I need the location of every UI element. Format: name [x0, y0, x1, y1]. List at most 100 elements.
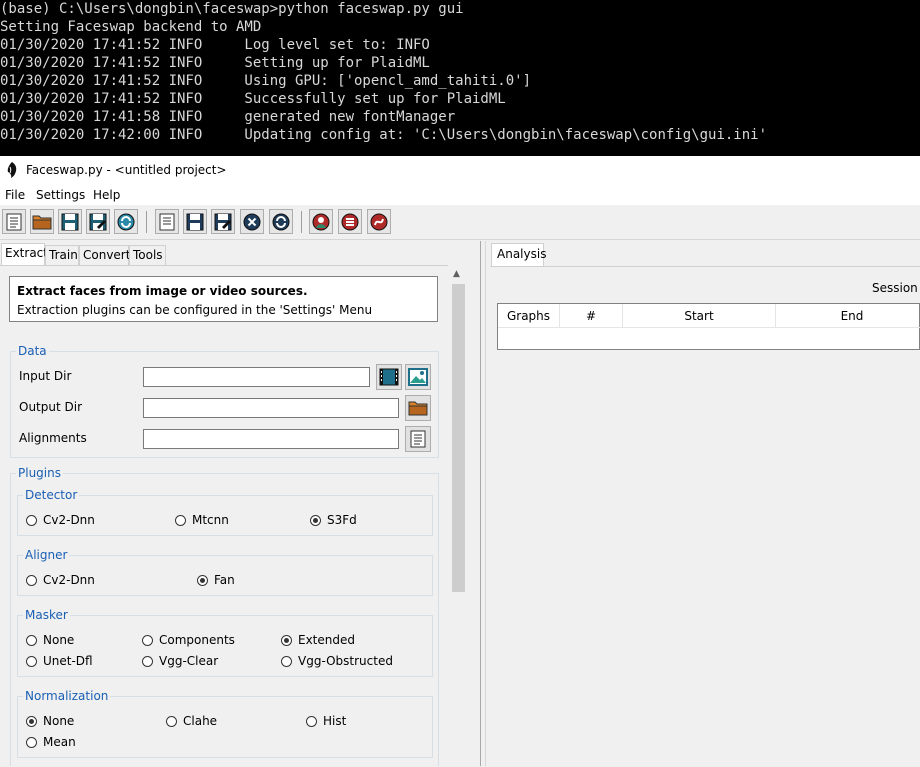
radio-circle	[142, 655, 153, 667]
alignments-field[interactable]	[143, 429, 399, 449]
masker-option-components[interactable]: Components	[142, 633, 235, 647]
reset-icon	[370, 213, 388, 230]
menu-file[interactable]: File	[5, 188, 25, 202]
output-dir-browse-button[interactable]	[405, 395, 431, 421]
reload-project-button[interactable]	[114, 209, 138, 234]
masker-option-unet-dfl[interactable]: Unet-Dfl	[26, 654, 93, 668]
pane-divider[interactable]	[480, 241, 481, 766]
save-task-icon	[186, 213, 204, 230]
save-task-button[interactable]	[183, 209, 207, 234]
detector-label: Detector	[23, 488, 80, 502]
masker-option-none[interactable]: None	[26, 633, 74, 647]
faceswap-logo-icon	[7, 162, 17, 178]
masker-label: Masker	[23, 608, 70, 622]
output-dir-field[interactable]	[143, 398, 399, 418]
toolbar	[0, 205, 920, 240]
radio-circle	[26, 655, 37, 667]
description-title: Extract faces from image or video source…	[17, 284, 308, 298]
menu-help[interactable]: Help	[93, 188, 120, 202]
detector-option-cv2-dnn[interactable]: Cv2-Dnn	[26, 513, 95, 527]
option-label: Mtcnn	[192, 513, 229, 527]
masker-option-extended[interactable]: Extended	[281, 633, 355, 647]
input-dir-field[interactable]	[143, 367, 370, 387]
save-project-as-button[interactable]	[86, 209, 110, 234]
reload-task-button[interactable]	[269, 209, 293, 234]
tab-tools[interactable]: Tools	[129, 245, 166, 265]
console-line: 01/30/2020 17:42:00 INFO Updating config…	[0, 127, 768, 143]
radio-circle	[281, 655, 292, 667]
normalization-option-hist[interactable]: Hist	[306, 714, 346, 728]
console-line: 01/30/2020 17:41:52 INFO Using GPU: ['op…	[0, 73, 532, 89]
radio-circle	[26, 514, 37, 526]
option-label: Hist	[323, 714, 347, 728]
column-header-graphs[interactable]: Graphs	[498, 304, 560, 328]
column-header-start[interactable]: Start	[623, 304, 776, 328]
normalization-option-none[interactable]: None	[26, 714, 74, 728]
radio-circle	[310, 514, 321, 526]
tab-analysis[interactable]: Analysis	[491, 243, 546, 266]
aligner-option-cv2-dnn[interactable]: Cv2-Dnn	[26, 573, 95, 587]
alignments-browse-button[interactable]	[405, 426, 431, 452]
normalization-option-mean[interactable]: Mean	[26, 735, 76, 749]
detector-option-s3fd[interactable]: S3Fd	[310, 513, 357, 527]
session-stats-label: Session S	[872, 281, 920, 295]
option-label: Mean	[43, 735, 76, 749]
scrollbar-thumb[interactable]	[452, 284, 465, 592]
toolbar-separator	[301, 211, 302, 233]
save-project-as-icon	[89, 213, 107, 230]
data-group-label: Data	[16, 344, 49, 358]
window-titlebar[interactable]: Faceswap.py - <untitled project>	[0, 156, 920, 185]
open-project-button[interactable]	[30, 209, 54, 234]
save-task-as-button[interactable]	[211, 209, 235, 234]
column-header-number[interactable]: #	[560, 304, 623, 328]
new-task-icon	[159, 213, 175, 230]
column-header-end[interactable]: End	[776, 304, 920, 328]
menu-settings[interactable]: Settings	[36, 188, 85, 202]
masker-option-vgg-obstructed[interactable]: Vgg-Obstructed	[281, 654, 393, 668]
radio-circle	[26, 574, 37, 586]
reset-button[interactable]	[367, 209, 391, 234]
reload-task-icon	[272, 213, 290, 230]
console-line: 01/30/2020 17:41:58 INFO generated new f…	[0, 109, 456, 125]
scroll-up-icon[interactable]: ▲	[453, 269, 460, 279]
clear-task-icon	[243, 213, 261, 230]
option-label: Components	[159, 633, 235, 647]
tab-extract[interactable]: Extract	[1, 243, 48, 265]
options-scrollbar[interactable]: ▲	[450, 266, 467, 766]
option-label: None	[43, 633, 75, 647]
tab-convert[interactable]: Convert	[79, 245, 130, 265]
aligner-label: Aligner	[23, 548, 70, 562]
option-label: Cv2-Dnn	[43, 573, 95, 587]
detector-option-mtcnn[interactable]: Mtcnn	[175, 513, 229, 527]
input-video-button[interactable]	[376, 364, 402, 390]
input-dir-label: Input Dir	[19, 369, 72, 383]
console-line: 01/30/2020 17:41:52 INFO Setting up for …	[0, 55, 430, 71]
input-image-button[interactable]	[405, 364, 431, 390]
console-output: (base) C:\Users\dongbin\faceswap>python …	[0, 0, 920, 156]
option-label: Unet-Dfl	[43, 654, 93, 668]
radio-circle	[166, 715, 177, 727]
option-label: Fan	[214, 573, 235, 587]
radio-circle	[197, 574, 208, 586]
option-label: Clahe	[183, 714, 218, 728]
normalization-option-clahe[interactable]: Clahe	[166, 714, 217, 728]
save-project-button[interactable]	[58, 209, 82, 234]
normalization-group	[17, 696, 433, 758]
aligner-option-fan[interactable]: Fan	[197, 573, 235, 587]
masker-option-vgg-clear[interactable]: Vgg-Clear	[142, 654, 218, 668]
console-line: 01/30/2020 17:41:52 INFO Successfully se…	[0, 91, 506, 107]
window-title: Faceswap.py - <untitled project>	[26, 163, 227, 177]
task-list-button[interactable]	[338, 209, 362, 234]
radio-circle	[142, 634, 153, 646]
pane-divider-edge	[485, 241, 486, 766]
new-project-button[interactable]	[2, 209, 26, 234]
option-label: Vgg-Clear	[159, 654, 219, 668]
menu-bar: File Settings Help	[0, 185, 920, 205]
save-task-as-icon	[214, 213, 232, 230]
generate-button[interactable]	[309, 209, 333, 234]
clear-task-button[interactable]	[240, 209, 264, 234]
tab-train[interactable]: Train	[45, 245, 79, 265]
new-task-button[interactable]	[155, 209, 179, 234]
radio-circle	[26, 736, 37, 748]
option-label: S3Fd	[327, 513, 357, 527]
